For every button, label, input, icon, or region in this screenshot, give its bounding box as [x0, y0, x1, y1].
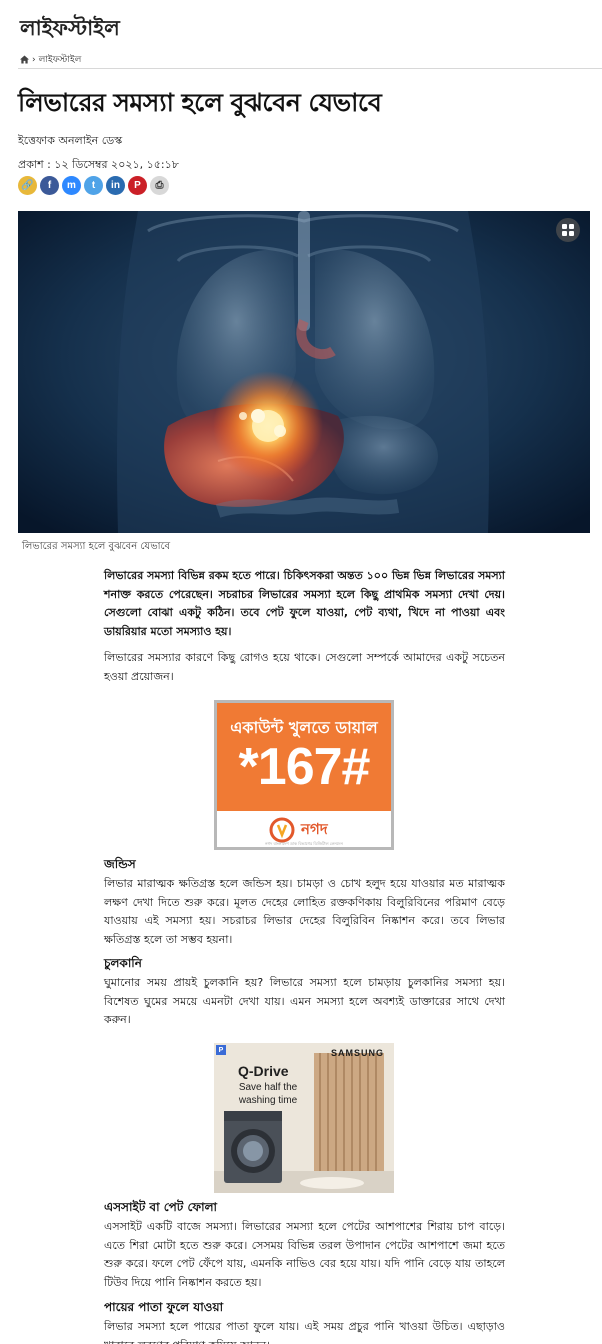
section-heading: চুলকানি: [104, 956, 142, 970]
ad-tagline: নগদ বাংলাদেশ ডাক বিভাগের ডিজিটাল লেনদেন: [265, 841, 343, 846]
section-heading: জন্ডিস: [104, 857, 136, 871]
ad-brand-name: নগদ: [301, 819, 328, 838]
section-heading: পায়ের পাতা ফুলে যাওয়া: [104, 1300, 224, 1314]
section-body: লিভার মারাত্মক ক্ষতিগ্রস্ত হলে জন্ডিস হয…: [104, 877, 505, 946]
nagad-logo-icon: [269, 817, 295, 843]
liver-illustration: [18, 211, 590, 533]
samsung-ad[interactable]: P SAMSUNG Q-Drive Save half the washing …: [214, 1043, 394, 1193]
print-icon[interactable]: ⎙: [150, 176, 169, 195]
ad-tagline: Save half the washing time: [238, 1082, 298, 1106]
linkedin-icon[interactable]: in: [106, 176, 125, 195]
divider: [18, 68, 602, 69]
breadcrumb: › লাইফস্টাইল: [20, 52, 81, 67]
section-heading: এসসাইট বা পেট ফোলা: [104, 1200, 218, 1214]
ad-choices-icon[interactable]: P: [216, 1045, 226, 1055]
section-body: এসসাইট একটি বাজে সমস্যা। লিভারের সমস্যা …: [104, 1220, 505, 1289]
copy-link-icon[interactable]: 🔗: [18, 176, 37, 195]
hero-image[interactable]: [18, 211, 590, 533]
article-lead: লিভারের সমস্যা বিভিন্ন রকম হতে পারে। চিক…: [104, 569, 505, 638]
article-author[interactable]: ইত্তেফাক অনলাইন ডেস্ক: [18, 132, 122, 151]
publish-date: প্রকাশ : ১২ ডিসেম্বর ২০২১, ১৫:১৮: [18, 158, 179, 171]
ad-brand: SAMSUNG: [330, 1048, 384, 1058]
twitter-icon[interactable]: t: [84, 176, 103, 195]
section-title[interactable]: লাইফস্টাইল: [20, 12, 120, 47]
section-body: ঘুমানোর সময় প্রায়ই চুলকানি হয়? লিভারে…: [104, 976, 505, 1026]
pinterest-icon[interactable]: P: [128, 176, 147, 195]
breadcrumb-separator: ›: [32, 54, 36, 65]
image-caption: লিভারের সমস্যা হলে বুঝবেন যেভাবে: [22, 541, 171, 552]
article-headline: লিভারের সমস্যা হলে বুঝবেন যেভাবে: [18, 88, 382, 117]
section-body: লিভার সমস্যা হলে পায়ের পাতা ফুলে যায়। …: [104, 1320, 505, 1344]
breadcrumb-current[interactable]: লাইফস্টাইল: [39, 52, 82, 67]
ad-product: Q-Drive: [238, 1063, 289, 1079]
ad-banner-top: একাউন্ট খুলতে ডায়াল *167#: [217, 703, 391, 811]
grid-icon: [562, 224, 574, 236]
home-icon[interactable]: [20, 55, 29, 64]
messenger-icon[interactable]: m: [62, 176, 81, 195]
ad-brand: নগদ: [269, 817, 328, 843]
ad-dial-code: *167#: [238, 738, 371, 796]
share-bar: 🔗 f m t in P ⎙: [18, 176, 169, 195]
nagad-ad[interactable]: একাউন্ট খুলতে ডায়াল *167# নগদ নগদ বাংলা…: [214, 700, 394, 850]
facebook-icon[interactable]: f: [40, 176, 59, 195]
gallery-button[interactable]: [556, 218, 580, 242]
article-paragraph: লিভারের সমস্যার কারণে কিছু রোগও হয়ে থাক…: [104, 651, 505, 683]
